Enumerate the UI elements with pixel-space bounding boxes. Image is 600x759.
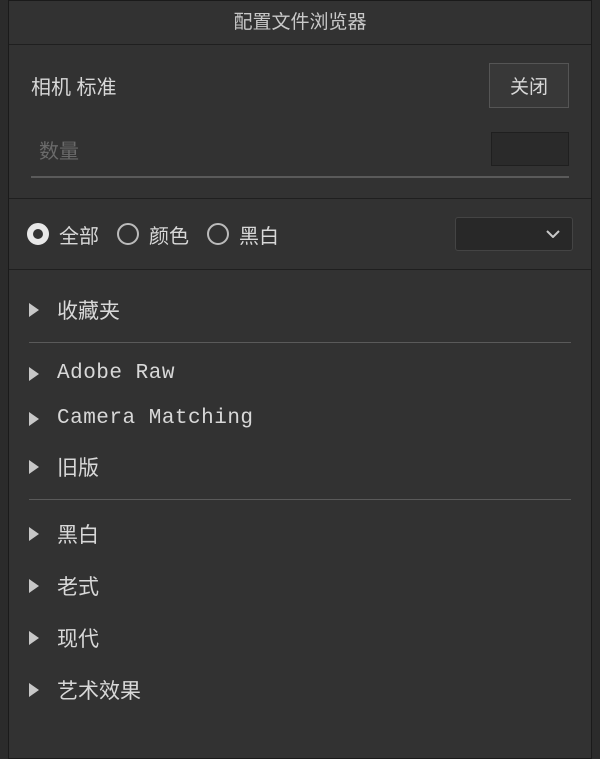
profile-group-item[interactable]: 收藏夹 [29,284,571,336]
group-label: 旧版 [57,452,99,482]
profile-group-item[interactable]: Camera Matching [29,396,571,441]
radio-label: 全部 [59,220,99,249]
expand-icon [29,303,39,317]
profile-group-item[interactable]: 黑白 [29,508,571,560]
profile-group-item[interactable]: 旧版 [29,441,571,493]
expand-icon [29,367,39,381]
filter-dropdown[interactable] [455,217,573,251]
profile-group-item[interactable]: 现代 [29,612,571,664]
group-label: 艺术效果 [57,675,141,705]
camera-section: 相机 标准 关闭 数量 [9,45,591,199]
group-label: 收藏夹 [57,295,120,325]
group-label: 现代 [57,623,99,653]
list-divider [29,342,571,343]
expand-icon [29,579,39,593]
radio-icon [117,223,139,245]
amount-input[interactable] [491,132,569,166]
group-label: Camera Matching [57,407,254,430]
group-label: 老式 [57,571,99,601]
profile-group-list: 收藏夹 Adobe Raw Camera Matching 旧版黑白老式现代艺术效果 [9,270,591,758]
list-divider [29,499,571,500]
profile-browser-panel: 配置文件浏览器 相机 标准 关闭 数量 全部颜色黑白 收藏夹Adobe RawC… [8,0,592,759]
group-label: Adobe Raw [57,362,175,385]
radio-label: 颜色 [149,220,189,249]
profile-group-item[interactable]: Adobe Raw [29,351,571,396]
profile-group-item[interactable]: 老式 [29,560,571,612]
expand-icon [29,631,39,645]
close-button[interactable]: 关闭 [489,63,569,108]
expand-icon [29,412,39,426]
amount-label: 数量 [31,135,79,164]
profile-group-item[interactable]: 艺术效果 [29,664,571,716]
filter-section: 全部 颜色 黑白 [9,199,591,270]
radio-label: 黑白 [239,220,279,249]
group-label: 黑白 [57,519,99,549]
filter-radio-0[interactable]: 全部 [27,220,99,249]
radio-icon [207,223,229,245]
chevron-down-icon [546,230,560,238]
filter-radio-1[interactable]: 颜色 [117,220,189,249]
panel-title: 配置文件浏览器 [9,1,591,45]
expand-icon [29,460,39,474]
radio-icon [27,223,49,245]
expand-icon [29,683,39,697]
filter-radio-2[interactable]: 黑白 [207,220,279,249]
expand-icon [29,527,39,541]
camera-profile-label: 相机 标准 [31,71,117,100]
